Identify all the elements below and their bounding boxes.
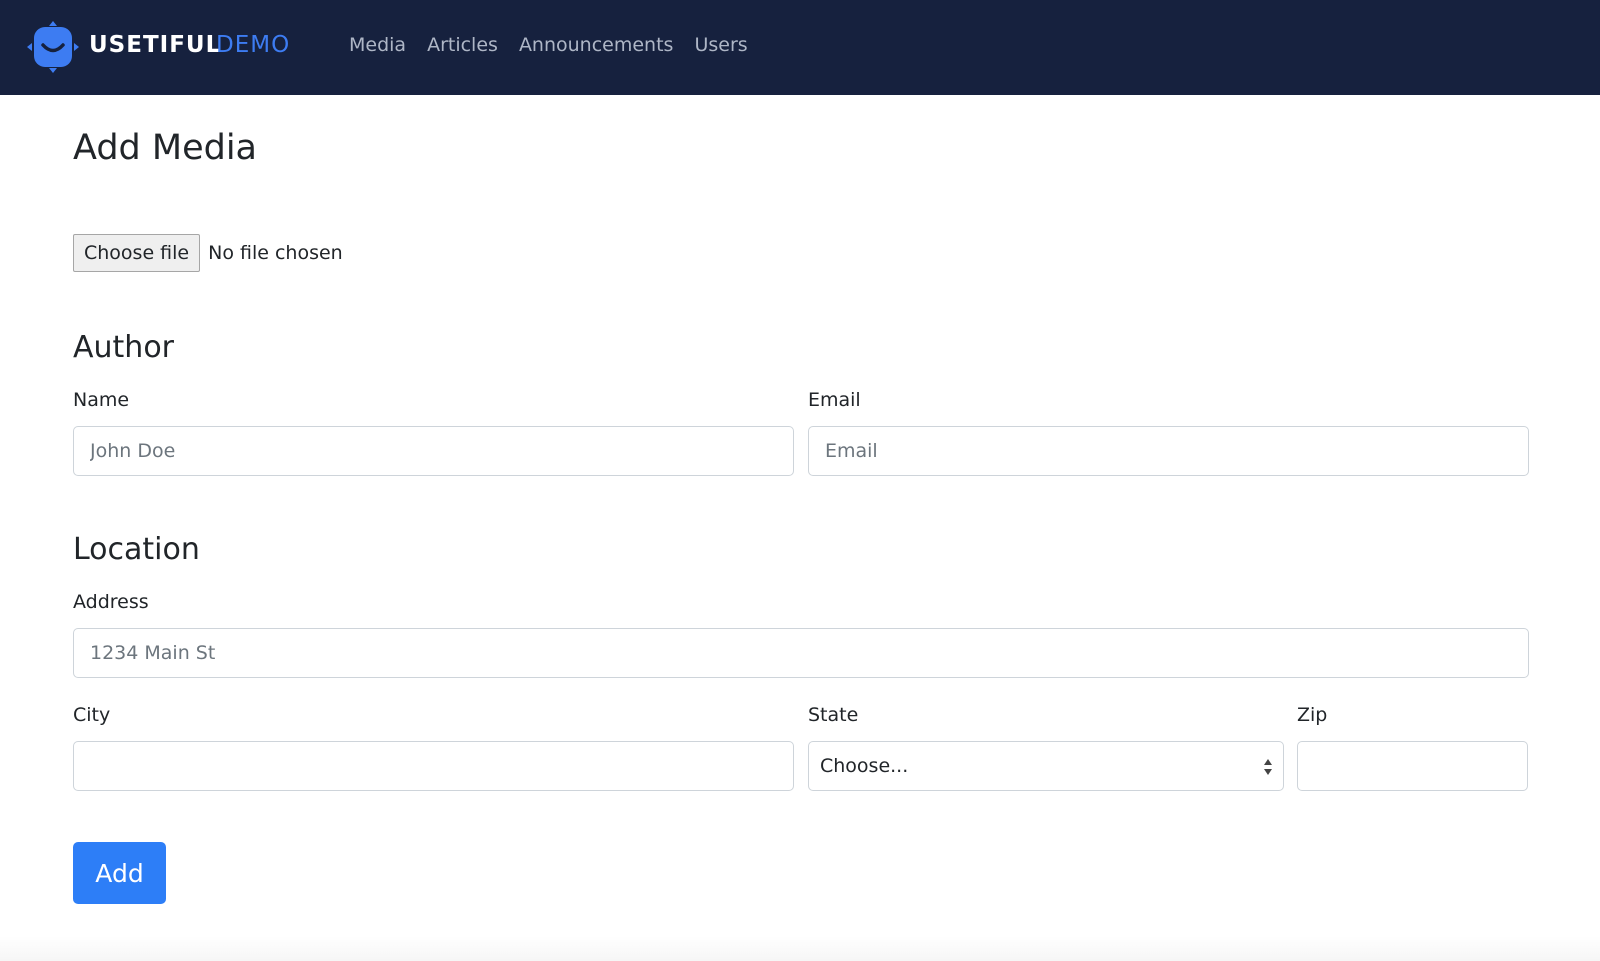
address-input[interactable]: [73, 628, 1529, 678]
brand-name: USETIFUL: [89, 32, 222, 58]
state-label: State: [808, 704, 859, 726]
file-status: No file chosen: [208, 242, 343, 264]
top-navbar: USETIFUL DEMO Media Articles Announcemen…: [0, 0, 1600, 95]
name-label: Name: [73, 389, 130, 411]
nav-link-users[interactable]: Users: [694, 34, 747, 56]
nav-link-media[interactable]: Media: [349, 34, 406, 56]
email-input[interactable]: [808, 426, 1529, 476]
add-button[interactable]: Add: [73, 842, 166, 904]
main-nav: Media Articles Announcements Users: [349, 34, 748, 56]
page-bottom-shadow: [0, 936, 1600, 961]
location-heading: Location: [73, 532, 200, 567]
state-select[interactable]: Choose...: [808, 741, 1284, 791]
choose-file-button[interactable]: Choose file: [73, 234, 201, 272]
author-heading: Author: [73, 330, 175, 365]
address-label: Address: [73, 591, 149, 613]
name-input[interactable]: [73, 426, 794, 476]
state-selected-value: Choose...: [820, 755, 909, 777]
file-upload: Choose file No file chosen: [73, 234, 343, 272]
zip-label: Zip: [1297, 704, 1328, 726]
smiley-logo-icon: [27, 21, 79, 73]
nav-link-announcements[interactable]: Announcements: [519, 34, 674, 56]
city-input[interactable]: [73, 741, 794, 791]
zip-input[interactable]: [1297, 741, 1528, 791]
email-label: Email: [808, 389, 861, 411]
nav-link-articles[interactable]: Articles: [427, 34, 498, 56]
city-label: City: [73, 704, 111, 726]
select-arrows-icon: [1264, 759, 1272, 775]
page-title: Add Media: [73, 128, 258, 168]
brand[interactable]: USETIFUL DEMO: [26, 20, 289, 74]
brand-suffix: DEMO: [216, 32, 291, 58]
